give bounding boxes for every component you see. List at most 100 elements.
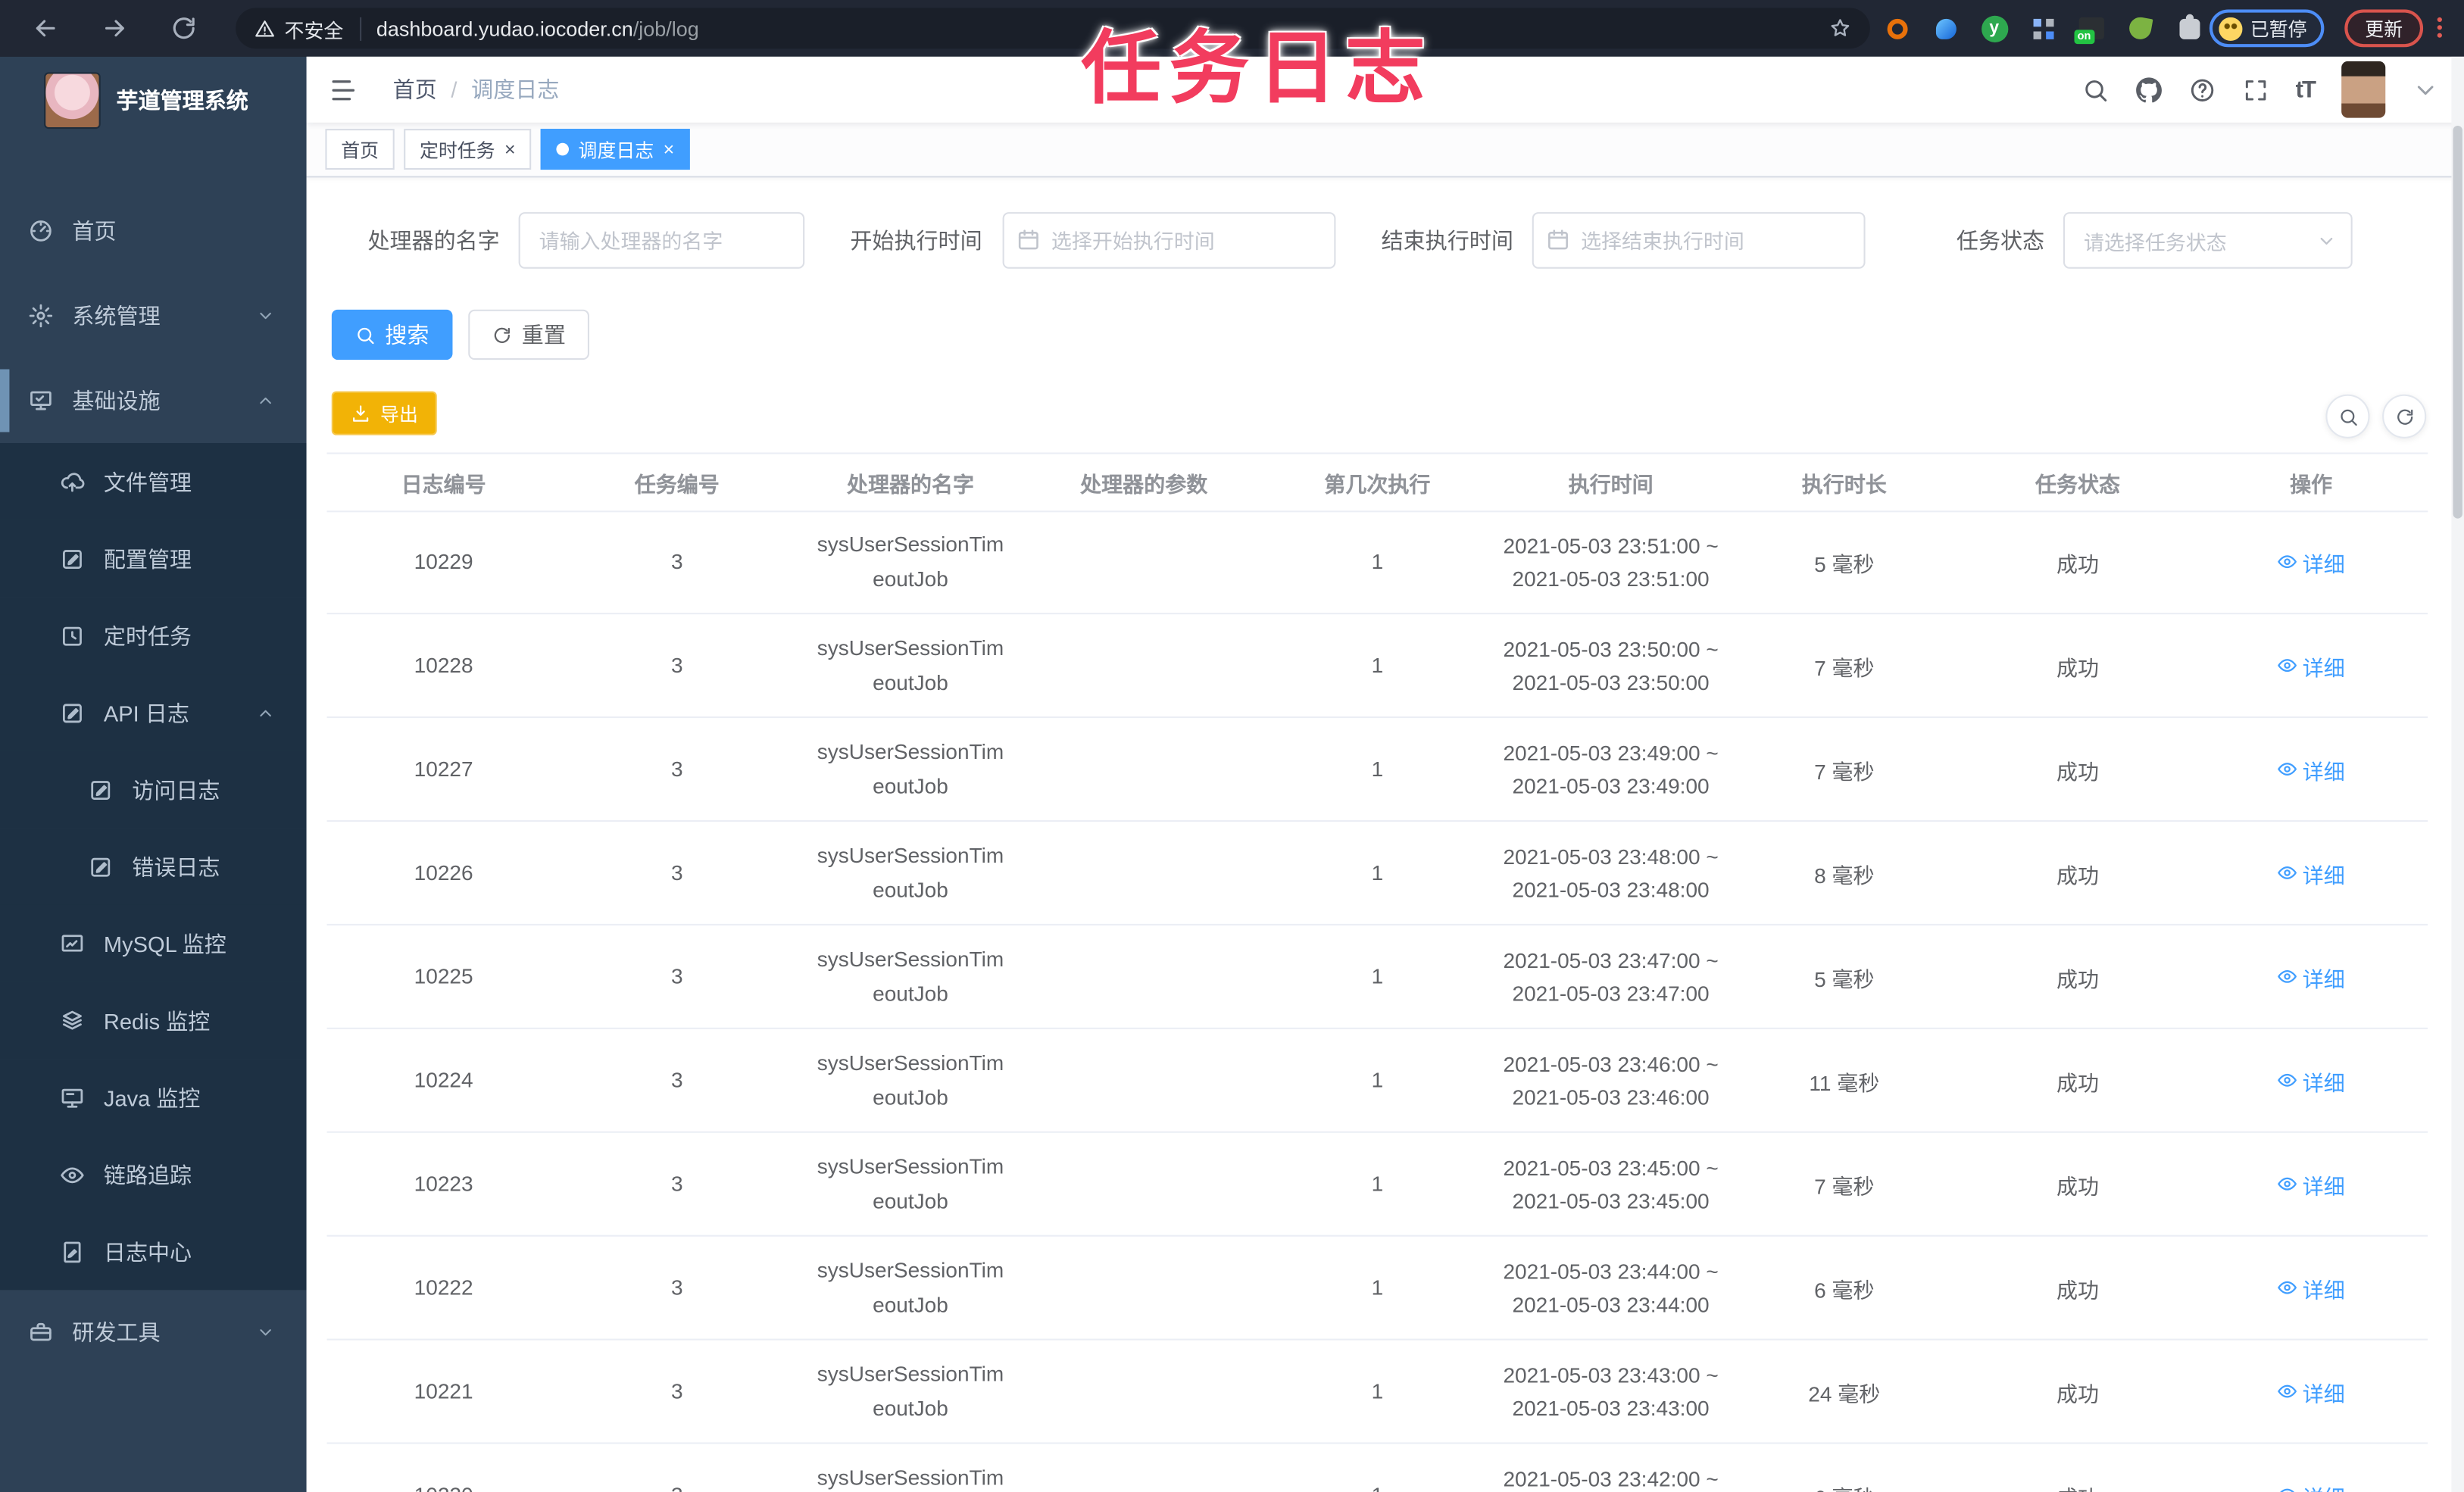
sidebar-item-2[interactable]: 基础设施 <box>0 358 307 443</box>
green-y-extension-icon[interactable]: y <box>1977 11 2012 46</box>
bookmark-star-icon[interactable] <box>1829 17 1851 39</box>
cell-duration: 6 毫秒 <box>1814 1278 1875 1302</box>
search-icon <box>355 324 376 345</box>
cell-actions: 详细 <box>2194 1168 2428 1199</box>
handler-name-field-wrap <box>518 212 805 269</box>
sidebar-item-1[interactable]: 系统管理 <box>0 273 307 358</box>
update-button[interactable]: 更新 <box>2344 9 2424 48</box>
app-logo-row[interactable]: 芋道管理系统 <box>0 57 307 145</box>
search-icon[interactable] <box>2082 76 2109 103</box>
reload-icon[interactable] <box>170 14 198 42</box>
cell-handler-name: sysUserSessionTimeoutJob <box>817 1465 1004 1489</box>
detail-link[interactable]: 详细 <box>2278 1065 2345 1096</box>
cell-log-id: 10222 <box>414 1275 473 1300</box>
breadcrumb-home[interactable]: 首页 <box>393 74 437 105</box>
detail-link[interactable]: 详细 <box>2278 650 2345 681</box>
forward-icon[interactable] <box>101 14 129 42</box>
sidebar-item-8[interactable]: 错误日志 <box>0 828 307 905</box>
search-icon <box>2338 406 2358 426</box>
chevron-up-icon <box>256 703 275 722</box>
scrollbar[interactable] <box>2451 56 2464 1492</box>
green-leaf-extension-icon[interactable] <box>2123 11 2158 46</box>
on-badge-extension-icon[interactable] <box>2074 11 2109 46</box>
column-header: 任务编号 <box>634 473 720 497</box>
cell-execute-index: 1 <box>1371 1275 1384 1300</box>
sidebar-item-10[interactable]: Redis 监控 <box>0 982 307 1060</box>
handler-name-input[interactable] <box>518 212 805 269</box>
github-icon[interactable] <box>2135 76 2162 103</box>
sidebar-item-label: Java 监控 <box>103 1085 201 1110</box>
close-icon[interactable]: × <box>504 140 516 159</box>
begin-time-label: 开始执行时间 <box>850 227 982 254</box>
column-header: 第几次执行 <box>1324 473 1431 497</box>
sidebar-item-0[interactable]: 首页 <box>0 189 307 273</box>
tab-1[interactable]: 定时任务 × <box>404 129 532 170</box>
scrollbar-thumb[interactable] <box>2453 125 2462 519</box>
help-icon[interactable] <box>2189 76 2216 103</box>
detail-link[interactable]: 详细 <box>2278 754 2345 785</box>
sidebar-item-5[interactable]: 定时任务 <box>0 597 307 675</box>
sidebar-item-11[interactable]: Java 监控 <box>0 1059 307 1136</box>
cell-log-id: 10227 <box>414 757 473 782</box>
avatar-caret-down-icon[interactable] <box>2412 76 2439 103</box>
refresh-table-button[interactable] <box>2382 394 2427 439</box>
detail-link[interactable]: 详细 <box>2278 1272 2345 1303</box>
warning-icon <box>255 18 275 39</box>
sidebar-item-label: 链路追踪 <box>103 1162 192 1188</box>
column-header: 执行时长 <box>1801 473 1887 497</box>
sidebar-item-13[interactable]: 日志中心 <box>0 1213 307 1291</box>
cell-job-id: 3 <box>670 757 683 782</box>
url-bar[interactable]: 不安全 dashboard.yudao.iocoder.cn/job/log <box>236 8 1870 49</box>
detail-link[interactable]: 详细 <box>2278 1375 2345 1406</box>
browser-menu-kebab-icon[interactable] <box>2437 17 2442 23</box>
sidebar-item-4[interactable]: 配置管理 <box>0 520 307 598</box>
cell-duration: 7 毫秒 <box>1814 656 1875 680</box>
cell-status: 成功 <box>2056 1174 2099 1198</box>
cell-job-id: 3 <box>670 1172 683 1196</box>
eye-icon <box>2278 1485 2298 1492</box>
timer-icon <box>60 623 85 648</box>
eye-icon <box>2278 759 2298 779</box>
chart-icon <box>60 931 85 956</box>
cell-actions: 详细 <box>2194 1065 2428 1096</box>
detail-link[interactable]: 详细 <box>2278 961 2345 992</box>
font-size-icon[interactable]: tT <box>2296 76 2316 103</box>
dashboard-icon <box>28 218 53 243</box>
sidebar-item-12[interactable]: 链路追踪 <box>0 1135 307 1213</box>
tab-2[interactable]: 调度日志 × <box>540 129 690 170</box>
active-dot-icon <box>556 142 570 156</box>
cell-duration: 7 毫秒 <box>1814 760 1875 784</box>
toggle-search-button[interactable] <box>2325 394 2370 439</box>
orange-ring-extension-icon[interactable] <box>1879 11 1914 46</box>
end-time-input[interactable] <box>1532 212 1866 269</box>
puzzle-extension-icon[interactable] <box>2172 11 2206 46</box>
chevron-up-icon <box>256 392 275 410</box>
back-icon[interactable] <box>31 14 59 42</box>
detail-link[interactable]: 详细 <box>2278 1479 2345 1492</box>
export-button[interactable]: 导出 <box>331 391 437 435</box>
detail-link[interactable]: 详细 <box>2278 1168 2345 1199</box>
grid-extension-icon[interactable] <box>2025 11 2060 46</box>
search-button[interactable]: 搜索 <box>331 309 453 361</box>
sidebar-item-3[interactable]: 文件管理 <box>0 443 307 520</box>
begin-time-input[interactable] <box>1002 212 1336 269</box>
sidebar-item-6[interactable]: API 日志 <box>0 674 307 751</box>
detail-link[interactable]: 详细 <box>2278 857 2345 888</box>
end-time-field-wrap <box>1532 212 1866 269</box>
hamburger-icon[interactable] <box>329 75 358 105</box>
sidebar-item-14[interactable]: 研发工具 <box>0 1290 307 1375</box>
table-body: 10229 3 sysUserSessionTimeoutJob 1 2021-… <box>326 510 2428 1492</box>
begin-time-field-wrap <box>1002 212 1336 269</box>
tab-0[interactable]: 首页 <box>325 129 395 170</box>
reset-button[interactable]: 重置 <box>468 309 589 361</box>
profile-paused-pill[interactable]: 已暂停 <box>2209 9 2325 48</box>
sidebar-item-9[interactable]: MySQL 监控 <box>0 904 307 982</box>
job-status-select[interactable]: 请选择任务状态 <box>2063 212 2353 269</box>
blue-drop-extension-icon[interactable] <box>1928 11 1963 46</box>
close-icon[interactable]: × <box>664 140 675 159</box>
fullscreen-icon[interactable] <box>2242 76 2269 103</box>
detail-link[interactable]: 详细 <box>2278 546 2345 577</box>
user-avatar[interactable] <box>2341 61 2386 118</box>
cell-job-id: 3 <box>670 654 683 678</box>
sidebar-item-7[interactable]: 访问日志 <box>0 751 307 829</box>
